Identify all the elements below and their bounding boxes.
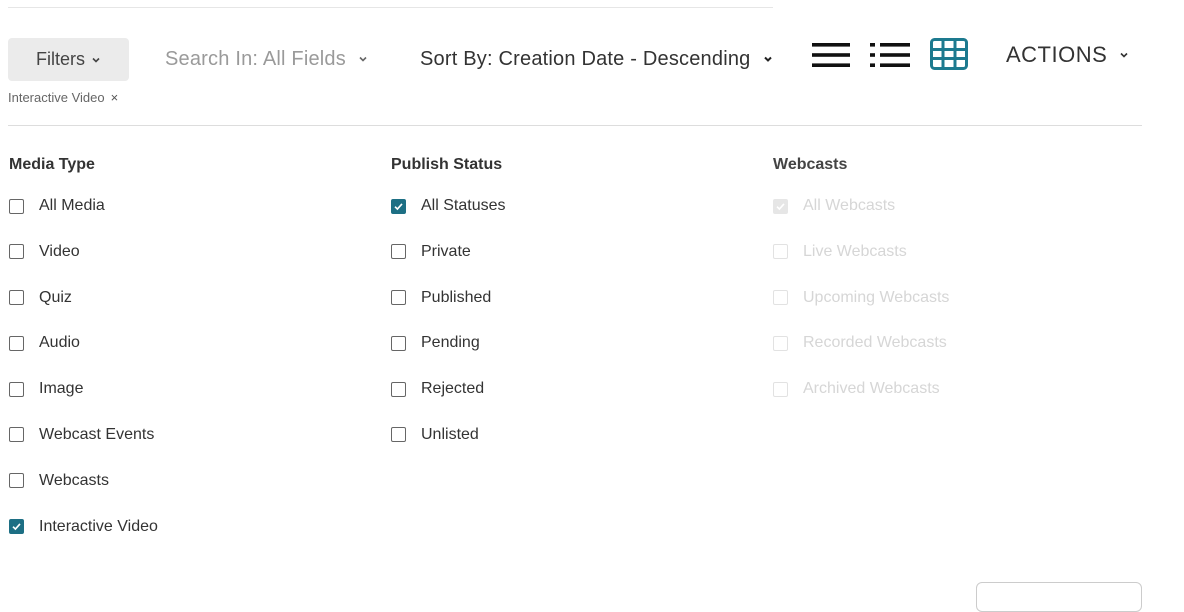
filter-option-all-statuses[interactable]: All Statuses [391, 194, 751, 218]
checkbox[interactable] [9, 473, 24, 489]
filters-button-label: Filters [36, 49, 85, 69]
filter-option-unlisted[interactable]: Unlisted [391, 423, 751, 447]
filter-option-label: Interactive Video [39, 517, 158, 535]
filter-option-label: All Media [39, 197, 105, 214]
filter-option-label: Archived Webcasts [803, 380, 940, 398]
actions-label: ACTIONS [1006, 42, 1108, 67]
chevron-down-icon [92, 57, 100, 63]
filter-option-label: All Statuses [421, 197, 506, 214]
filter-option-label: Rejected [421, 380, 485, 398]
chevron-down-icon [1120, 52, 1128, 58]
filter-option-archived-webcasts: Archived Webcasts [773, 377, 1133, 401]
filter-option-label: Webcasts [39, 471, 109, 489]
checkbox[interactable] [9, 381, 24, 397]
filter-option-label: Private [421, 242, 471, 260]
checkbox[interactable] [391, 427, 406, 443]
checkbox [773, 290, 788, 306]
sort-by-dropdown[interactable]: Sort By: Creation Date - Descending [420, 46, 773, 72]
filter-option-all-media[interactable]: All Media [9, 194, 369, 218]
filter-option-label: Upcoming Webcasts [803, 288, 950, 306]
checkbox [773, 244, 788, 260]
webcasts-title: Webcasts [773, 156, 848, 173]
filter-option-label: Video [39, 242, 80, 260]
media-type-group: Media Type All Media Video Quiz Audio Im… [9, 150, 369, 560]
filter-option-image[interactable]: Image [9, 377, 369, 401]
checkbox[interactable] [9, 427, 24, 443]
active-filter-chip: Interactive Video × [8, 90, 118, 105]
checkbox[interactable] [9, 519, 24, 535]
toolbar: Filters Search In: All Fields Sort By: C… [0, 0, 1184, 110]
publish-status-title: Publish Status [391, 156, 503, 173]
checkbox[interactable] [9, 244, 24, 260]
table-view-icon[interactable] [812, 41, 852, 69]
actions-dropdown[interactable]: ACTIONS [1006, 42, 1129, 68]
filter-option-private[interactable]: Private [391, 240, 751, 264]
filter-option-rejected[interactable]: Rejected [391, 377, 751, 401]
checkbox[interactable] [391, 335, 406, 351]
checkbox[interactable] [9, 198, 24, 214]
filter-option-label: Image [39, 380, 84, 398]
filter-option-label: Pending [421, 334, 480, 352]
search-in-dropdown[interactable]: Search In: All Fields [165, 46, 368, 72]
chevron-down-icon [359, 56, 367, 62]
checkbox[interactable] [391, 244, 406, 260]
filter-option-video[interactable]: Video [9, 240, 369, 264]
filter-option-interactive-video[interactable]: Interactive Video [9, 515, 369, 539]
checkbox [773, 198, 788, 214]
checkbox[interactable] [9, 335, 24, 351]
checkbox [773, 381, 788, 397]
filter-option-pending[interactable]: Pending [391, 331, 751, 355]
filter-option-label: Webcast Events [39, 425, 155, 443]
media-type-title: Media Type [9, 156, 95, 173]
checkbox [773, 335, 788, 351]
remove-filter-icon[interactable]: × [111, 90, 119, 105]
filter-option-quiz[interactable]: Quiz [9, 286, 369, 310]
checkbox[interactable] [391, 381, 406, 397]
filter-option-label: Audio [39, 334, 80, 352]
filter-option-label: Live Webcasts [803, 242, 907, 260]
filters-divider [8, 125, 1142, 126]
checkbox[interactable] [9, 290, 24, 306]
filter-option-label: Published [421, 288, 492, 306]
search-in-label: Search In: All Fields [165, 47, 346, 70]
filter-option-label: Unlisted [421, 425, 479, 443]
partial-button[interactable] [976, 582, 1142, 612]
active-filter-label: Interactive Video [8, 90, 105, 105]
filter-option-recorded-webcasts: Recorded Webcasts [773, 331, 1133, 355]
filter-option-published[interactable]: Published [391, 286, 751, 310]
filter-option-label: Recorded Webcasts [803, 334, 947, 352]
grid-view-icon[interactable] [930, 38, 968, 70]
filter-option-live-webcasts: Live Webcasts [773, 240, 1133, 264]
chevron-down-icon [763, 56, 772, 62]
filters-button[interactable]: Filters [8, 38, 129, 81]
filter-option-upcoming-webcasts: Upcoming Webcasts [773, 286, 1133, 310]
checkbox[interactable] [391, 198, 406, 214]
sort-by-label: Sort By: Creation Date - Descending [420, 47, 751, 70]
filter-option-label: Quiz [39, 288, 72, 306]
list-view-icon[interactable] [870, 41, 912, 69]
publish-status-group: Publish Status All Statuses Private Publ… [391, 150, 751, 469]
checkbox[interactable] [391, 290, 406, 306]
webcasts-group: Webcasts All Webcasts Live Webcasts Upco… [773, 150, 1133, 423]
filter-option-webcasts[interactable]: Webcasts [9, 469, 369, 493]
filter-option-audio[interactable]: Audio [9, 331, 369, 355]
filter-option-label: All Webcasts [803, 197, 896, 214]
filter-option-webcast-events[interactable]: Webcast Events [9, 423, 369, 447]
filter-option-all-webcasts: All Webcasts [773, 194, 1133, 218]
